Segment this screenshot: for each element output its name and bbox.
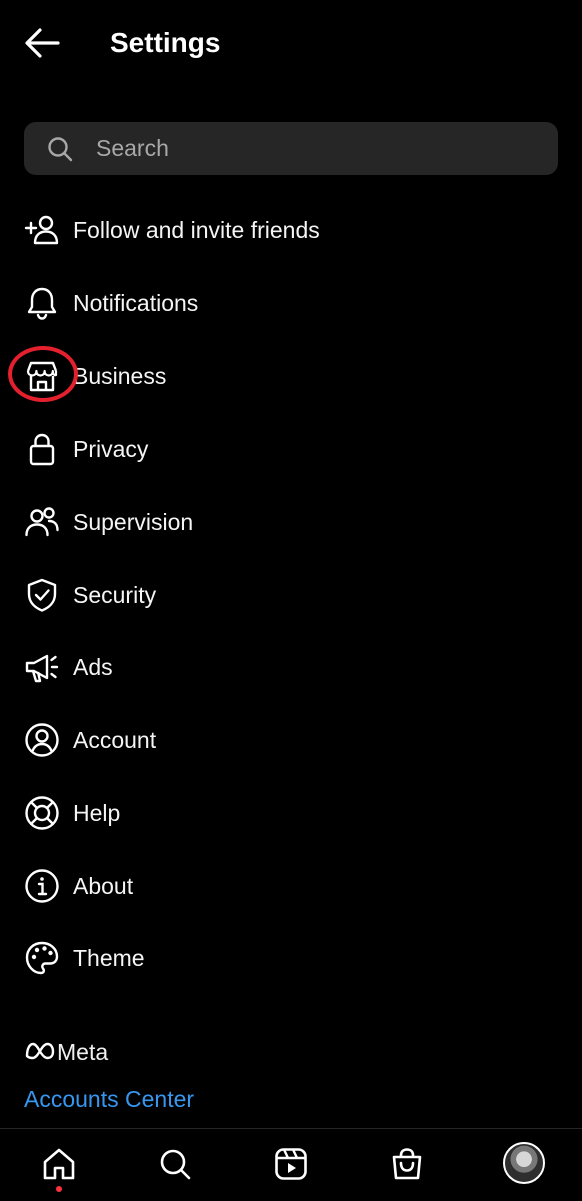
notification-dot bbox=[56, 1186, 62, 1192]
menu-item-label: Business bbox=[73, 363, 167, 389]
menu-item-label: Security bbox=[73, 582, 157, 608]
bell-icon bbox=[27, 287, 57, 320]
tab-search[interactable] bbox=[150, 1139, 200, 1189]
header: Settings bbox=[0, 0, 582, 86]
menu-item-label: About bbox=[73, 873, 134, 899]
bottom-tab-bar bbox=[0, 1128, 582, 1201]
shield-check-icon bbox=[27, 578, 57, 612]
menu-item-about[interactable]: About bbox=[0, 856, 582, 916]
meta-logo-icon bbox=[25, 1042, 55, 1060]
menu-item-label: Supervision bbox=[73, 509, 194, 535]
menu-item-security[interactable]: Security bbox=[0, 565, 582, 625]
palette-icon bbox=[25, 941, 59, 975]
menu-item-privacy[interactable]: Privacy bbox=[0, 419, 582, 479]
menu-item-label: Notifications bbox=[73, 290, 199, 316]
add-person-icon bbox=[24, 215, 59, 245]
menu-item-help[interactable]: Help bbox=[0, 783, 582, 843]
menu-item-label: Help bbox=[73, 800, 121, 826]
info-icon bbox=[25, 869, 59, 903]
search-bar[interactable] bbox=[24, 122, 558, 175]
search-input[interactable] bbox=[96, 122, 536, 175]
menu-item-label: Account bbox=[73, 727, 157, 753]
tab-home[interactable] bbox=[34, 1139, 84, 1189]
back-button[interactable] bbox=[22, 26, 62, 60]
meta-label: Meta bbox=[57, 1039, 109, 1065]
menu-item-account[interactable]: Account bbox=[0, 710, 582, 770]
home-icon bbox=[43, 1148, 75, 1180]
menu-item-follow-invite[interactable]: Follow and invite friends bbox=[0, 200, 582, 260]
account-circle-icon bbox=[25, 723, 59, 757]
lifebuoy-icon bbox=[25, 796, 59, 830]
menu-item-supervision[interactable]: Supervision bbox=[0, 492, 582, 552]
menu-item-label: Follow and invite friends bbox=[73, 217, 320, 243]
shop-icon bbox=[392, 1148, 422, 1180]
menu-item-business[interactable]: Business bbox=[0, 346, 582, 406]
menu-item-label: Theme bbox=[73, 945, 145, 971]
menu-item-notifications[interactable]: Notifications bbox=[0, 273, 582, 333]
accounts-center-link[interactable]: Accounts Center bbox=[24, 1082, 194, 1116]
back-arrow-icon bbox=[25, 28, 60, 58]
menu-item-theme[interactable]: Theme bbox=[0, 928, 582, 988]
search-icon bbox=[48, 137, 73, 162]
people-icon bbox=[25, 507, 59, 537]
tab-shop[interactable] bbox=[382, 1139, 432, 1189]
page-title: Settings bbox=[110, 27, 221, 58]
menu-item-ads[interactable]: Ads bbox=[0, 637, 582, 697]
highlight-circle-annotation bbox=[8, 346, 78, 402]
profile-avatar[interactable] bbox=[503, 1142, 545, 1184]
megaphone-icon bbox=[25, 654, 59, 683]
lock-icon bbox=[29, 433, 55, 466]
tab-reels[interactable] bbox=[266, 1139, 316, 1189]
menu-item-label: Ads bbox=[73, 654, 113, 680]
menu-item-label: Privacy bbox=[73, 436, 149, 462]
reels-icon bbox=[275, 1148, 307, 1180]
search-icon bbox=[160, 1149, 191, 1180]
